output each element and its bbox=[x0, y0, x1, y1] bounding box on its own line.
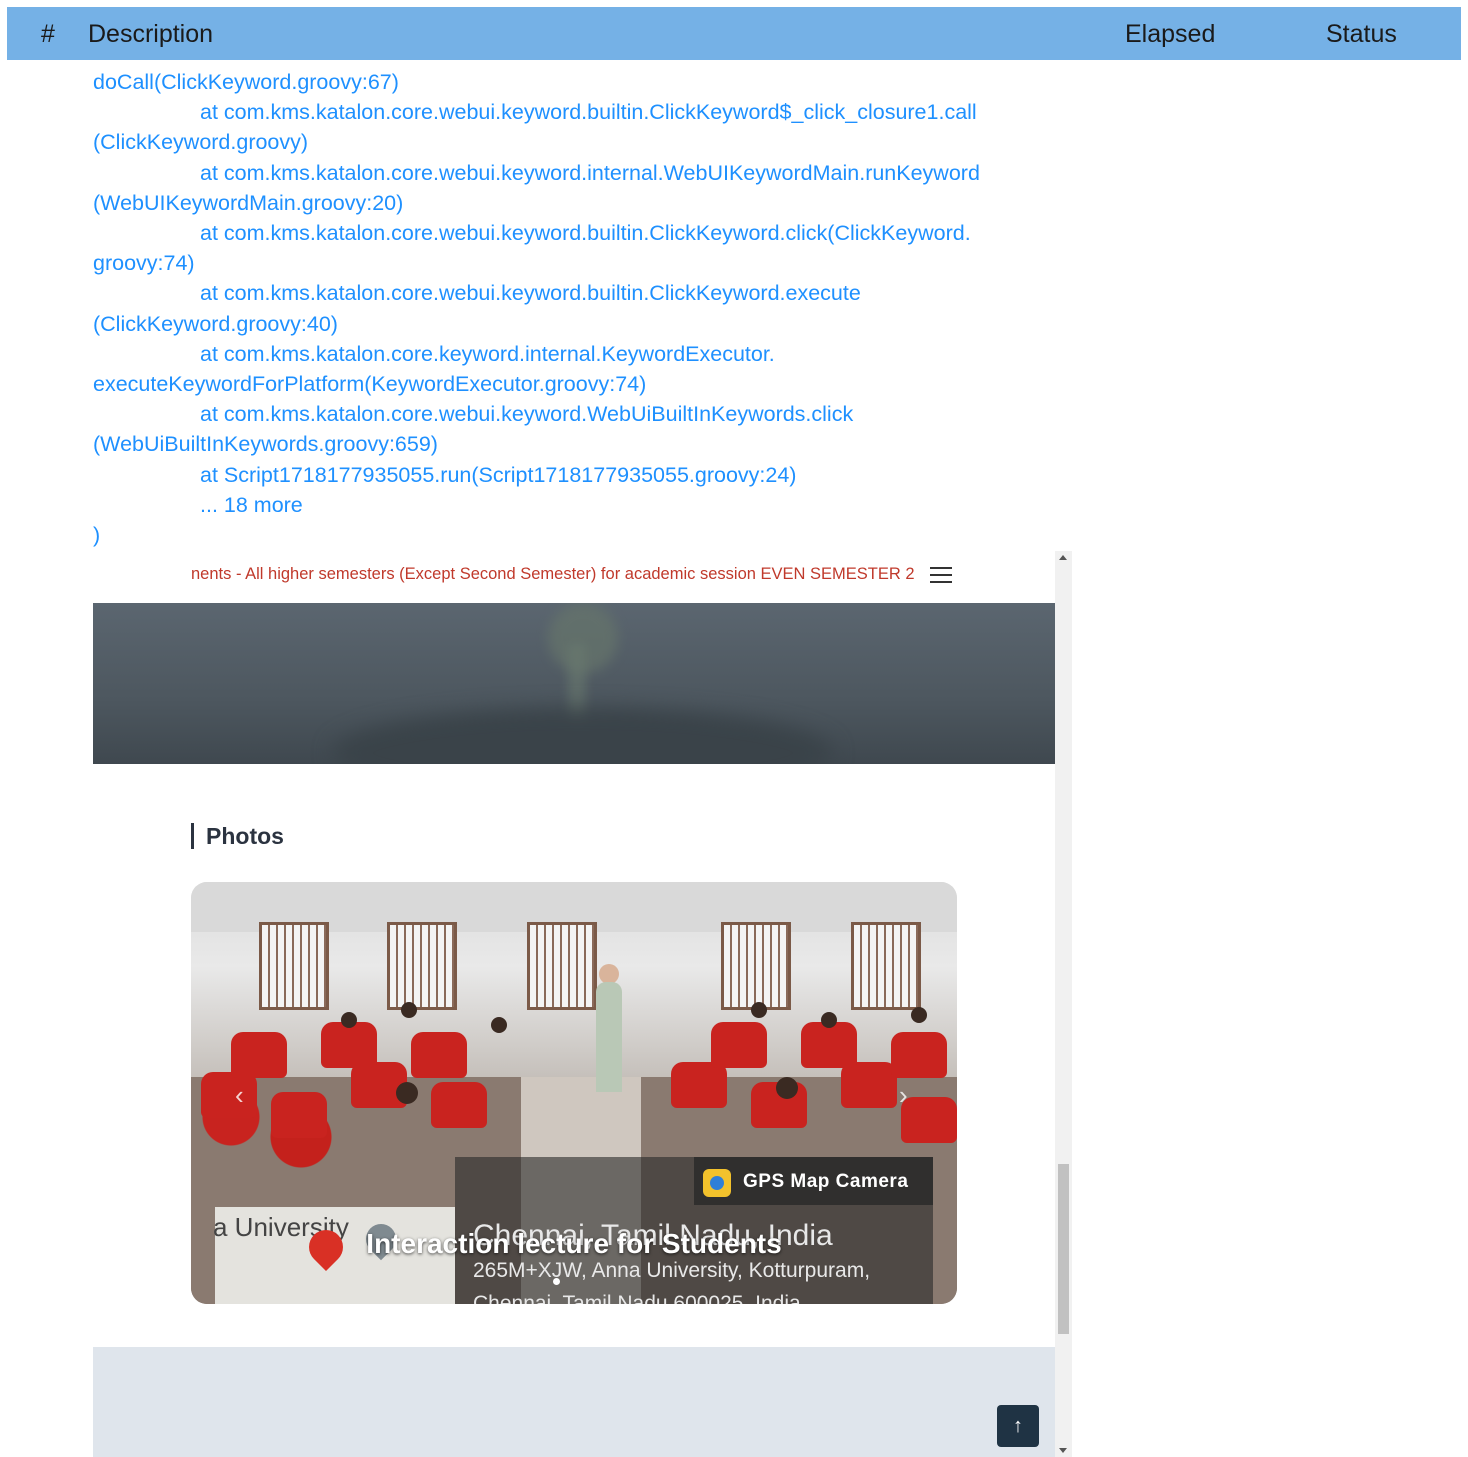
stack-trace-line: at com.kms.katalon.core.webui.keyword.bu… bbox=[200, 281, 861, 306]
back-to-top-button[interactable]: ↑ bbox=[997, 1405, 1039, 1447]
stack-trace-line: at com.kms.katalon.core.webui.keyword.We… bbox=[200, 402, 854, 427]
photo-carousel[interactable]: a University GPS Map Camera Chennai, Tam… bbox=[191, 882, 957, 1304]
stack-trace-block: doCall(ClickKeyword.groovy:67) at com.kms… bbox=[93, 67, 1083, 550]
stack-trace-line: at com.kms.katalon.core.webui.keyword.bu… bbox=[200, 100, 977, 125]
stack-trace-line: groovy:74) bbox=[93, 251, 195, 276]
stack-trace-line: at com.kms.katalon.core.webui.keyword.bu… bbox=[200, 221, 971, 246]
photos-heading: Photos bbox=[191, 823, 284, 849]
stack-trace-line: (WebUiBuiltInKeywords.groovy:659) bbox=[93, 432, 438, 457]
announcement-ticker[interactable]: nents - All higher semesters (Except Sec… bbox=[191, 565, 915, 584]
scroll-down-icon[interactable] bbox=[1059, 1448, 1067, 1453]
hero-banner bbox=[93, 603, 1055, 764]
stack-trace-line: (ClickKeyword.groovy) bbox=[93, 130, 309, 155]
column-header-index: # bbox=[41, 20, 55, 48]
embedded-screenshot: nents - All higher semesters (Except Sec… bbox=[93, 551, 1072, 1457]
stack-trace-line: at com.kms.katalon.core.webui.keyword.in… bbox=[200, 160, 980, 185]
stack-trace-line: at com.kms.katalon.core.keyword.internal… bbox=[200, 341, 775, 366]
scrollbar-thumb[interactable] bbox=[1058, 1164, 1069, 1334]
lecturer-figure bbox=[596, 982, 622, 1092]
stack-trace-line: (WebUIKeywordMain.groovy:20) bbox=[93, 190, 404, 215]
gps-label: GPS Map Camera bbox=[743, 1171, 909, 1192]
stack-trace-line: ... 18 more bbox=[200, 492, 303, 517]
stack-trace-line: executeKeywordForPlatform(KeywordExecuto… bbox=[93, 372, 647, 397]
footer-band bbox=[93, 1347, 1055, 1457]
stack-trace-line: at Script1718177935055.run(Script1718177… bbox=[200, 462, 797, 487]
gps-camera-icon bbox=[703, 1169, 731, 1197]
stack-trace-line: ) bbox=[93, 523, 101, 548]
carousel-caption: Interaction lecture for Students bbox=[366, 1228, 782, 1259]
column-header-elapsed: Elapsed bbox=[1125, 20, 1216, 48]
hamburger-menu-icon[interactable] bbox=[930, 567, 952, 585]
stack-trace-line: (ClickKeyword.groovy:40) bbox=[93, 311, 338, 336]
gps-place-address-2: Chennai, Tamil Nadu 600025, India bbox=[473, 1292, 801, 1304]
stack-trace-line: doCall(ClickKeyword.groovy:67) bbox=[93, 70, 399, 94]
column-header-status: Status bbox=[1326, 20, 1397, 48]
carousel-prev-icon[interactable]: ‹ bbox=[235, 1080, 244, 1111]
carousel-indicator[interactable] bbox=[553, 1278, 560, 1285]
scroll-up-icon[interactable] bbox=[1059, 555, 1067, 560]
vertical-scrollbar[interactable] bbox=[1055, 551, 1072, 1457]
report-table-header: # Description Elapsed Status bbox=[7, 7, 1461, 60]
carousel-next-icon[interactable]: › bbox=[899, 1080, 908, 1111]
header-divider bbox=[1079, 59, 1461, 60]
gps-place-address: 265M+XJW, Anna University, Kotturpuram, bbox=[473, 1259, 871, 1282]
column-header-description: Description bbox=[88, 20, 214, 48]
